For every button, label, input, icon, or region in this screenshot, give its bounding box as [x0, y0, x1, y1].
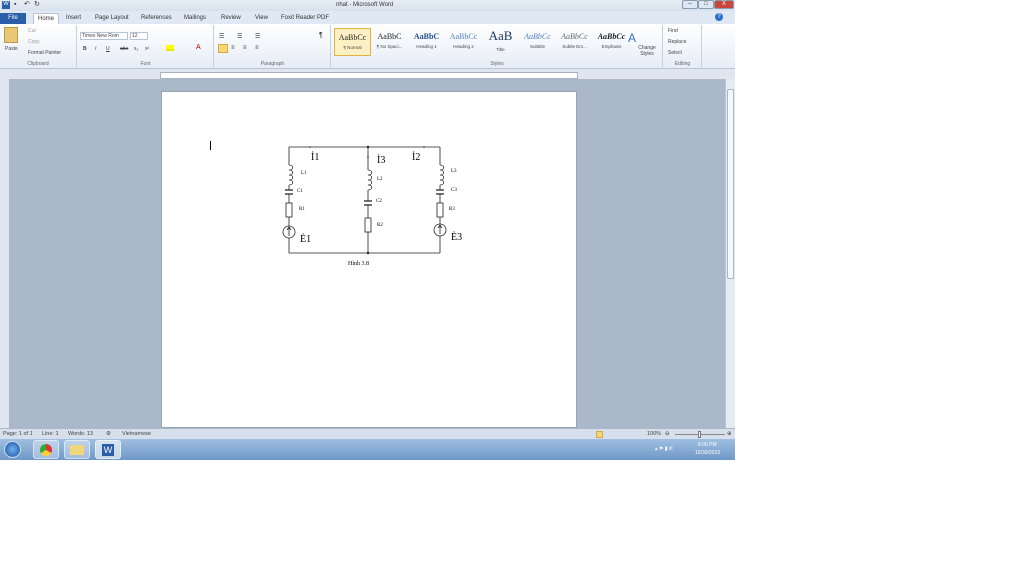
page-count[interactable]: Page: 1 of 1 [3, 431, 33, 437]
clock-date[interactable]: 10/30/2013 [695, 450, 720, 456]
e3-label: Ė3 [451, 232, 463, 243]
inductor-l1 [288, 164, 294, 186]
word-taskbar-icon[interactable]: W [95, 440, 121, 459]
word-window: W ▪ ↶ ↻ nhat - Microsoft Word – □ X File… [0, 0, 735, 460]
tray-icons[interactable]: ▴ ⚑ ▮ ıll [655, 446, 673, 452]
l2-label: L2 [377, 177, 383, 182]
line-number[interactable]: Line: 1 [42, 431, 59, 437]
inductor-l3 [439, 164, 445, 186]
l1-label: L1 [301, 171, 307, 176]
figure-caption: Hình 3.8 [348, 261, 369, 267]
explorer-taskbar-icon[interactable] [64, 440, 90, 459]
e1-label: Ė1 [300, 234, 312, 245]
circuit-diagram [282, 145, 447, 255]
zoom-slider-thumb[interactable] [698, 431, 701, 438]
r3-label: R3 [449, 207, 455, 212]
current-i3-label: İ3 [377, 155, 386, 166]
c3-label: C3 [451, 188, 457, 193]
l3-label: L3 [451, 169, 457, 174]
print-layout-icon[interactable] [596, 431, 603, 438]
current-i2-label: İ2 [412, 152, 421, 163]
current-i1-label: İ1 [311, 152, 320, 163]
word-count[interactable]: Words: 13 [68, 431, 93, 437]
zoom-in-button[interactable]: ⊕ [727, 431, 732, 437]
c2-label: C2 [376, 199, 382, 204]
r2-label: R2 [377, 223, 383, 228]
taskbar: W ▴ ⚑ ▮ ıll 6:00 PM 10/30/2013 [0, 439, 735, 460]
c1-label: C1 [297, 189, 303, 194]
r1-label: R1 [299, 207, 305, 212]
chrome-taskbar-icon[interactable] [33, 440, 59, 459]
inductor-l2 [367, 169, 373, 191]
language[interactable]: Vietnamese [122, 431, 151, 437]
zoom-out-button[interactable]: ⊖ [665, 431, 670, 437]
start-button[interactable] [4, 441, 21, 458]
clock-time[interactable]: 6:00 PM [698, 442, 717, 448]
zoom-level[interactable]: 100% [647, 431, 661, 437]
status-bar: Page: 1 of 1 Line: 1 Words: 13 ⚙ Vietnam… [0, 428, 735, 439]
proofing-icon[interactable]: ⚙ [106, 431, 111, 437]
